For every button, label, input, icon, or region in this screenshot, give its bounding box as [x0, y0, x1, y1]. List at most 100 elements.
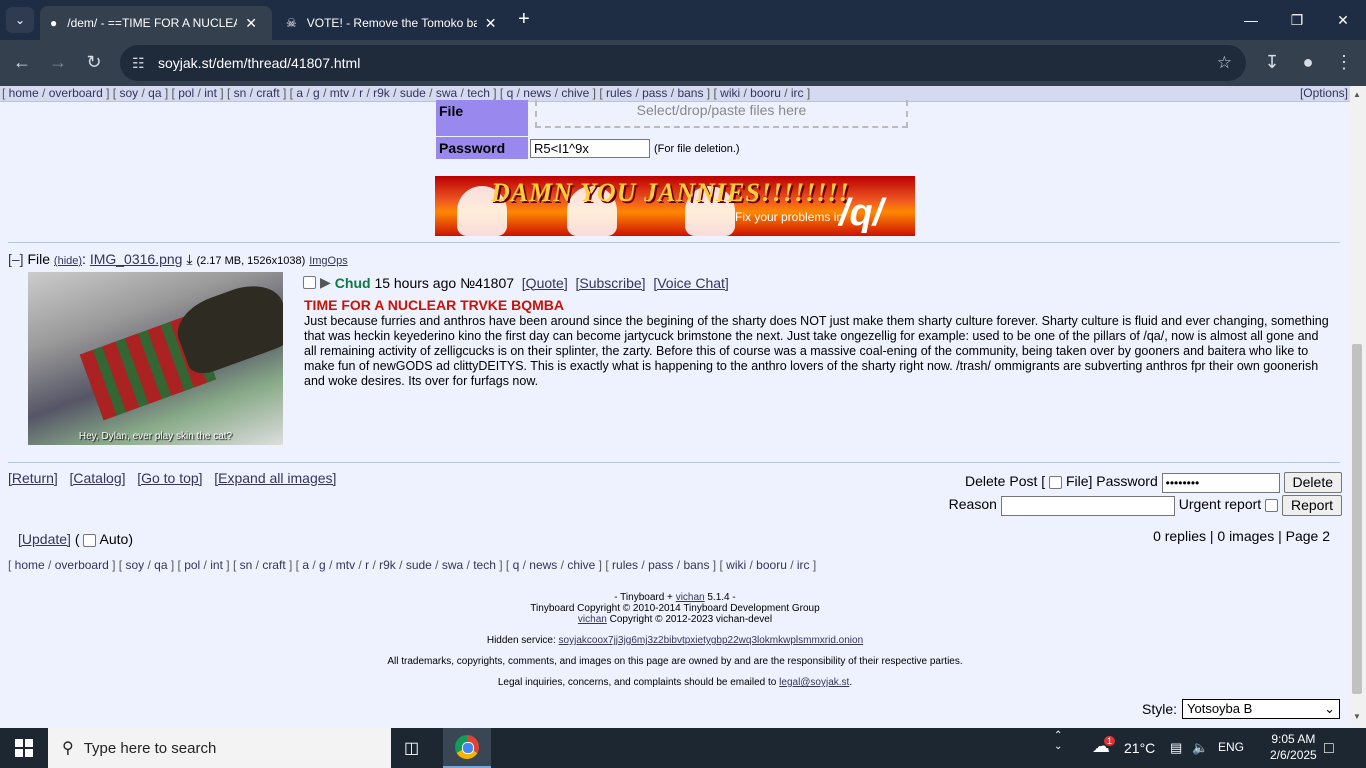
filename-link[interactable]: IMG_0316.png [90, 251, 183, 267]
botnav-link-chive[interactable]: chive [567, 558, 595, 572]
botnav-link-g[interactable]: g [319, 558, 326, 572]
topnav-link-wiki[interactable]: wiki [720, 86, 740, 100]
post-menu-arrow-icon[interactable]: ▶ [320, 274, 331, 291]
bookmark-star-icon[interactable]: ☆ [1217, 53, 1232, 73]
urgent-report-checkbox[interactable] [1265, 499, 1279, 512]
tab-vote[interactable]: ☠ VOTE! - Remove the Tomoko ban ✕ [276, 6, 508, 40]
legal-email-link[interactable]: legal@soyjak.st [779, 677, 849, 688]
collapse-button[interactable]: [–] [8, 251, 24, 267]
botnav-link-home[interactable]: home [15, 558, 45, 572]
forward-arrow-icon[interactable]: → [46, 52, 70, 73]
tab-dem-thread[interactable]: ● /dem/ - ==TIME FOR A NUCLEAR TRVKE BQM… [40, 6, 272, 40]
topnav-link-booru[interactable]: booru [750, 86, 781, 100]
return-link[interactable]: [Return] [8, 470, 58, 486]
onion-link[interactable]: soyjakcoox7jj3jg6mj3z2bibvtpxietygbp22wq… [559, 635, 864, 646]
reason-input[interactable] [1000, 495, 1175, 516]
voice-chat-link[interactable]: [Voice Chat] [653, 275, 729, 291]
back-arrow-icon[interactable]: ← [10, 52, 34, 73]
topnav-link-int[interactable]: int [204, 86, 217, 100]
style-select[interactable]: Yotsoyba B ⌄ [1182, 699, 1340, 719]
botnav-link-pol[interactable]: pol [184, 558, 200, 572]
topnav-link-overboard[interactable]: overboard [49, 86, 103, 100]
quote-link[interactable]: [Quote] [522, 275, 568, 291]
topnav-link-r9k[interactable]: r9k [373, 86, 390, 100]
botnav-link-overboard[interactable]: overboard [55, 558, 109, 572]
botnav-link-qa[interactable]: qa [154, 558, 167, 572]
address-bar[interactable]: ☷ soyjak.st/dem/thread/41807.html ☆ [120, 45, 1246, 81]
download-icon[interactable]: ↧ [1260, 52, 1284, 73]
topnav-link-mtv[interactable]: mtv [330, 86, 349, 100]
botnav-link-pass[interactable]: pass [648, 558, 673, 572]
new-tab-button[interactable]: + [518, 8, 530, 31]
topnav-link-rules[interactable]: rules [606, 86, 632, 100]
tab-list-button[interactable]: ⌄ [6, 7, 34, 33]
scrollbar-thumb[interactable] [1352, 344, 1362, 694]
reload-icon[interactable]: ↻ [82, 52, 106, 73]
topnav-link-pass[interactable]: pass [642, 86, 667, 100]
topnav-link-r[interactable]: r [359, 86, 363, 100]
botnav-link-swa[interactable]: swa [442, 558, 463, 572]
delete-file-checkbox[interactable] [1049, 476, 1063, 489]
botnav-link-tech[interactable]: tech [473, 558, 496, 572]
windows-start-icon[interactable] [0, 728, 48, 768]
botnav-link-int[interactable]: int [210, 558, 223, 572]
botnav-link-soy[interactable]: soy [125, 558, 144, 572]
topnav-link-sn[interactable]: sn [234, 86, 247, 100]
page-scrollbar[interactable]: ▲ ▼ [1350, 86, 1366, 728]
topnav-link-swa[interactable]: swa [436, 86, 457, 100]
imgops-link[interactable]: ImgOps [309, 255, 348, 267]
report-button[interactable]: Report [1281, 495, 1342, 516]
taskbar-search-box[interactable]: ⚲ Type here to search [48, 728, 391, 768]
update-link[interactable]: [Update] [18, 531, 71, 547]
password-input[interactable]: R5<I1^9x [530, 139, 650, 158]
topnav-link-a[interactable]: a [296, 86, 303, 100]
menu-icon[interactable]: ⋮ [1332, 52, 1356, 73]
expand-images-link[interactable]: [Expand all images] [214, 470, 336, 486]
topnav-link-soy[interactable]: soy [119, 86, 138, 100]
chrome-taskbar-icon[interactable] [443, 728, 491, 768]
network-icon[interactable]: ▤ [1170, 740, 1182, 756]
clock[interactable]: 9:05 AM 2/6/2025 [1270, 731, 1317, 763]
topnav-link-chive[interactable]: chive [561, 86, 589, 100]
tray-chevron-up-icon[interactable]: ⌃ ⌄ [1054, 730, 1062, 752]
topnav-link-tech[interactable]: tech [467, 86, 490, 100]
botnav-link-irc[interactable]: irc [797, 558, 810, 572]
close-window-button[interactable]: ✕ [1320, 0, 1366, 40]
topnav-link-g[interactable]: g [313, 86, 320, 100]
botnav-link-mtv[interactable]: mtv [336, 558, 355, 572]
botnav-link-a[interactable]: a [302, 558, 309, 572]
topnav-link-sude[interactable]: sude [400, 86, 426, 100]
download-icon[interactable]: ⤓ [186, 251, 192, 267]
weather-temp[interactable]: 21°C [1124, 740, 1155, 756]
botnav-link-craft[interactable]: craft [262, 558, 285, 572]
file-dropzone[interactable]: Select/drop/paste files here [535, 100, 908, 128]
scroll-up-icon[interactable]: ▲ [1353, 90, 1361, 99]
botnav-link-booru[interactable]: booru [756, 558, 787, 572]
go-to-top-link[interactable]: [Go to top] [137, 470, 202, 486]
restore-button[interactable]: ❐ [1274, 0, 1320, 40]
post-select-checkbox[interactable] [303, 276, 316, 289]
profile-icon[interactable]: ● [1296, 52, 1320, 73]
options-link[interactable]: [Options] [1300, 86, 1348, 101]
botnav-link-r[interactable]: r [365, 558, 369, 572]
delete-password-input[interactable]: •••••••• [1161, 472, 1280, 493]
botnav-link-rules[interactable]: rules [612, 558, 638, 572]
vichan-link[interactable]: vichan [676, 592, 705, 603]
vichan-link[interactable]: vichan [578, 614, 607, 625]
botnav-link-wiki[interactable]: wiki [726, 558, 746, 572]
site-banner[interactable]: DAMN YOU JANNIES!!!!!!!! Fix your proble… [435, 176, 915, 236]
topnav-link-irc[interactable]: irc [791, 86, 804, 100]
topnav-link-news[interactable]: news [523, 86, 551, 100]
auto-update-checkbox[interactable] [83, 533, 97, 547]
botnav-link-sn[interactable]: sn [240, 558, 253, 572]
language-indicator[interactable]: ENG [1218, 740, 1244, 754]
topnav-link-bans[interactable]: bans [677, 86, 703, 100]
topnav-link-pol[interactable]: pol [178, 86, 194, 100]
notifications-icon[interactable]: □ [1324, 740, 1334, 758]
botnav-link-q[interactable]: q [513, 558, 520, 572]
close-tab-icon[interactable]: ✕ [485, 15, 497, 32]
volume-icon[interactable]: 🔈 [1192, 740, 1208, 756]
post-image-thumbnail[interactable]: Hey, Dylan, ever play skin the cat? [28, 272, 283, 445]
catalog-link[interactable]: [Catalog] [69, 470, 125, 486]
hide-file-link[interactable]: (hide) [54, 255, 82, 267]
